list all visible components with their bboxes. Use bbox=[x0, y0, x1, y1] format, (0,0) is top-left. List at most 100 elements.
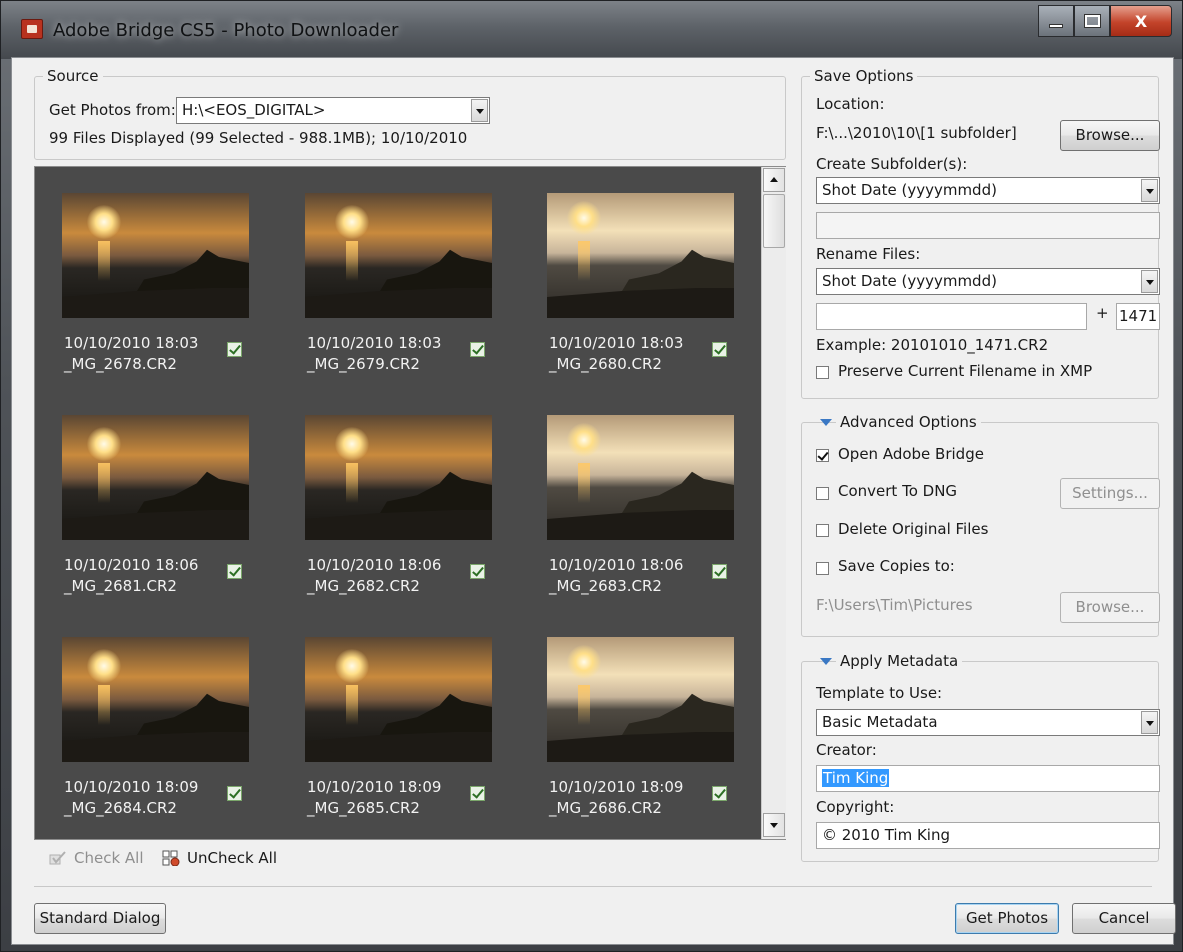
uncheck-all-button[interactable]: UnCheck All bbox=[187, 849, 277, 867]
sun-reflection-shape bbox=[578, 241, 590, 281]
scroll-down-button[interactable] bbox=[763, 813, 785, 837]
thumbnail-filename: _MG_2678.CR2 bbox=[64, 355, 177, 373]
chevron-down-icon[interactable] bbox=[1141, 179, 1158, 202]
chevron-down-icon[interactable] bbox=[1141, 270, 1158, 293]
creator-field[interactable]: Tim King bbox=[816, 765, 1160, 792]
chevron-down-icon[interactable] bbox=[471, 99, 488, 122]
thumbnail-item[interactable]: 10/10/2010 18:06 _MG_2683.CR2 bbox=[547, 415, 737, 605]
thumbnail-caption: 10/10/2010 18:03 _MG_2678.CR2 bbox=[64, 333, 198, 375]
maximize-button[interactable] bbox=[1074, 5, 1110, 37]
template-dropdown[interactable]: Basic Metadata bbox=[816, 709, 1160, 736]
apply-metadata-group: Apply Metadata Template to Use: Basic Me… bbox=[801, 652, 1160, 862]
thumbnail-checkbox[interactable] bbox=[712, 564, 727, 579]
sun-shape bbox=[335, 427, 369, 461]
thumbnail-image[interactable] bbox=[62, 415, 249, 540]
rename-files-label: Rename Files: bbox=[816, 245, 921, 263]
source-group-label: Source bbox=[43, 67, 103, 85]
template-value: Basic Metadata bbox=[822, 713, 938, 731]
shore-shape bbox=[62, 510, 249, 540]
chevron-down-icon[interactable] bbox=[1141, 711, 1158, 734]
get-photos-button[interactable]: Get Photos bbox=[955, 903, 1059, 934]
thumbnail-item[interactable]: 10/10/2010 18:03 _MG_2680.CR2 bbox=[547, 193, 737, 383]
custom-subfolder-field[interactable] bbox=[816, 212, 1160, 239]
dng-settings-button[interactable]: Settings... bbox=[1060, 478, 1160, 509]
thumbnail-checkbox[interactable] bbox=[470, 786, 485, 801]
grid-scrollbar[interactable] bbox=[761, 167, 786, 839]
thumbnail-filename: _MG_2686.CR2 bbox=[549, 799, 662, 817]
standard-dialog-button[interactable]: Standard Dialog bbox=[34, 903, 166, 934]
thumbnail-image[interactable] bbox=[62, 193, 249, 318]
thumbnail-grid[interactable]: 10/10/2010 18:03 _MG_2678.CR2 10/10/2010 1… bbox=[34, 166, 786, 840]
thumbnail-checkbox[interactable] bbox=[712, 342, 727, 357]
thumbnail-image[interactable] bbox=[305, 193, 492, 318]
thumbnail-checkbox[interactable] bbox=[470, 564, 485, 579]
expand-triangle-icon[interactable] bbox=[820, 419, 832, 426]
shore-shape bbox=[305, 288, 492, 318]
get-photos-from-label: Get Photos from: bbox=[49, 101, 176, 119]
thumbnail-image[interactable] bbox=[547, 637, 734, 762]
thumbnail-image[interactable] bbox=[547, 193, 734, 318]
sun-shape bbox=[87, 649, 121, 683]
sun-shape bbox=[567, 201, 601, 235]
rename-files-value: Shot Date (yyyymmdd) bbox=[822, 272, 997, 290]
check-all-button[interactable]: Check All bbox=[74, 849, 144, 867]
copyright-field[interactable]: © 2010 Tim King bbox=[816, 822, 1160, 849]
thumbnail-caption: 10/10/2010 18:09 _MG_2685.CR2 bbox=[307, 777, 441, 819]
minimize-button[interactable] bbox=[1038, 5, 1074, 37]
create-subfolder-dropdown[interactable]: Shot Date (yyyymmdd) bbox=[816, 177, 1160, 204]
save-copies-checkbox[interactable] bbox=[816, 562, 829, 575]
thumbnail-checkbox[interactable] bbox=[227, 786, 242, 801]
advanced-options-group-label[interactable]: Advanced Options bbox=[836, 413, 981, 431]
create-subfolder-label: Create Subfolder(s): bbox=[816, 155, 968, 173]
thumbnail-item[interactable]: 10/10/2010 18:09 _MG_2686.CR2 bbox=[547, 637, 737, 827]
thumbnail-item[interactable]: 10/10/2010 18:09 _MG_2685.CR2 bbox=[305, 637, 495, 827]
save-copies-browse-button[interactable]: Browse... bbox=[1060, 592, 1160, 623]
cancel-button[interactable]: Cancel bbox=[1072, 903, 1176, 934]
thumbnail-item[interactable]: 10/10/2010 18:06 _MG_2682.CR2 bbox=[305, 415, 495, 605]
thumbnail-datetime: 10/10/2010 18:06 bbox=[549, 556, 684, 574]
convert-dng-checkbox[interactable] bbox=[816, 487, 829, 500]
thumbnail-image[interactable] bbox=[62, 637, 249, 762]
thumbnail-item[interactable]: 10/10/2010 18:09 _MG_2684.CR2 bbox=[62, 637, 252, 827]
dialog-client-area: Source Get Photos from: H:\<EOS_DIGITAL>… bbox=[11, 57, 1176, 945]
thumbnail-datetime: 10/10/2010 18:03 bbox=[549, 334, 684, 352]
uncheck-all-icon bbox=[162, 850, 180, 867]
thumbnail-image[interactable] bbox=[547, 415, 734, 540]
save-options-group-label: Save Options bbox=[810, 67, 918, 85]
get-photos-from-dropdown[interactable]: H:\<EOS_DIGITAL> bbox=[176, 97, 490, 124]
shore-shape bbox=[305, 510, 492, 540]
thumbnail-checkbox[interactable] bbox=[227, 564, 242, 579]
open-bridge-checkbox[interactable] bbox=[816, 449, 829, 462]
thumbnail-item[interactable]: 10/10/2010 18:03 _MG_2679.CR2 bbox=[305, 193, 495, 383]
thumbnail-checkbox[interactable] bbox=[470, 342, 485, 357]
thumbnail-caption: 10/10/2010 18:03 _MG_2679.CR2 bbox=[307, 333, 441, 375]
close-button[interactable]: X bbox=[1110, 5, 1172, 37]
thumbnail-checkbox[interactable] bbox=[712, 786, 727, 801]
thumbnail-datetime: 10/10/2010 18:09 bbox=[307, 778, 442, 796]
delete-originals-checkbox[interactable] bbox=[816, 524, 829, 537]
thumbnail-caption: 10/10/2010 18:06 _MG_2682.CR2 bbox=[307, 555, 441, 597]
thumbnail-image[interactable] bbox=[305, 637, 492, 762]
scroll-up-button[interactable] bbox=[763, 168, 785, 192]
thumbnail-image[interactable] bbox=[305, 415, 492, 540]
thumbnail-item[interactable]: 10/10/2010 18:03 _MG_2678.CR2 bbox=[62, 193, 252, 383]
window-controls: X bbox=[1038, 5, 1172, 37]
scroll-thumb[interactable] bbox=[763, 194, 785, 248]
sun-shape bbox=[87, 427, 121, 461]
shore-shape bbox=[547, 288, 734, 318]
sun-reflection-shape bbox=[346, 685, 358, 725]
sequence-number-field[interactable]: 1471 bbox=[1116, 303, 1160, 330]
sun-reflection-shape bbox=[578, 685, 590, 725]
close-icon: X bbox=[1134, 11, 1148, 31]
title-bar[interactable]: Adobe Bridge CS5 - Photo Downloader X bbox=[1, 1, 1182, 59]
location-browse-button[interactable]: Browse... bbox=[1060, 120, 1160, 151]
save-copies-path: F:\Users\Tim\Pictures bbox=[816, 596, 973, 614]
thumbnail-checkbox[interactable] bbox=[227, 342, 242, 357]
preserve-filename-checkbox[interactable] bbox=[816, 366, 829, 379]
sun-reflection-shape bbox=[346, 463, 358, 503]
rename-files-dropdown[interactable]: Shot Date (yyyymmdd) bbox=[816, 268, 1160, 295]
apply-metadata-group-label[interactable]: Apply Metadata bbox=[836, 652, 963, 670]
thumbnail-item[interactable]: 10/10/2010 18:06 _MG_2681.CR2 bbox=[62, 415, 252, 605]
expand-triangle-icon[interactable] bbox=[820, 658, 832, 665]
rename-custom-text-field[interactable] bbox=[816, 303, 1087, 330]
